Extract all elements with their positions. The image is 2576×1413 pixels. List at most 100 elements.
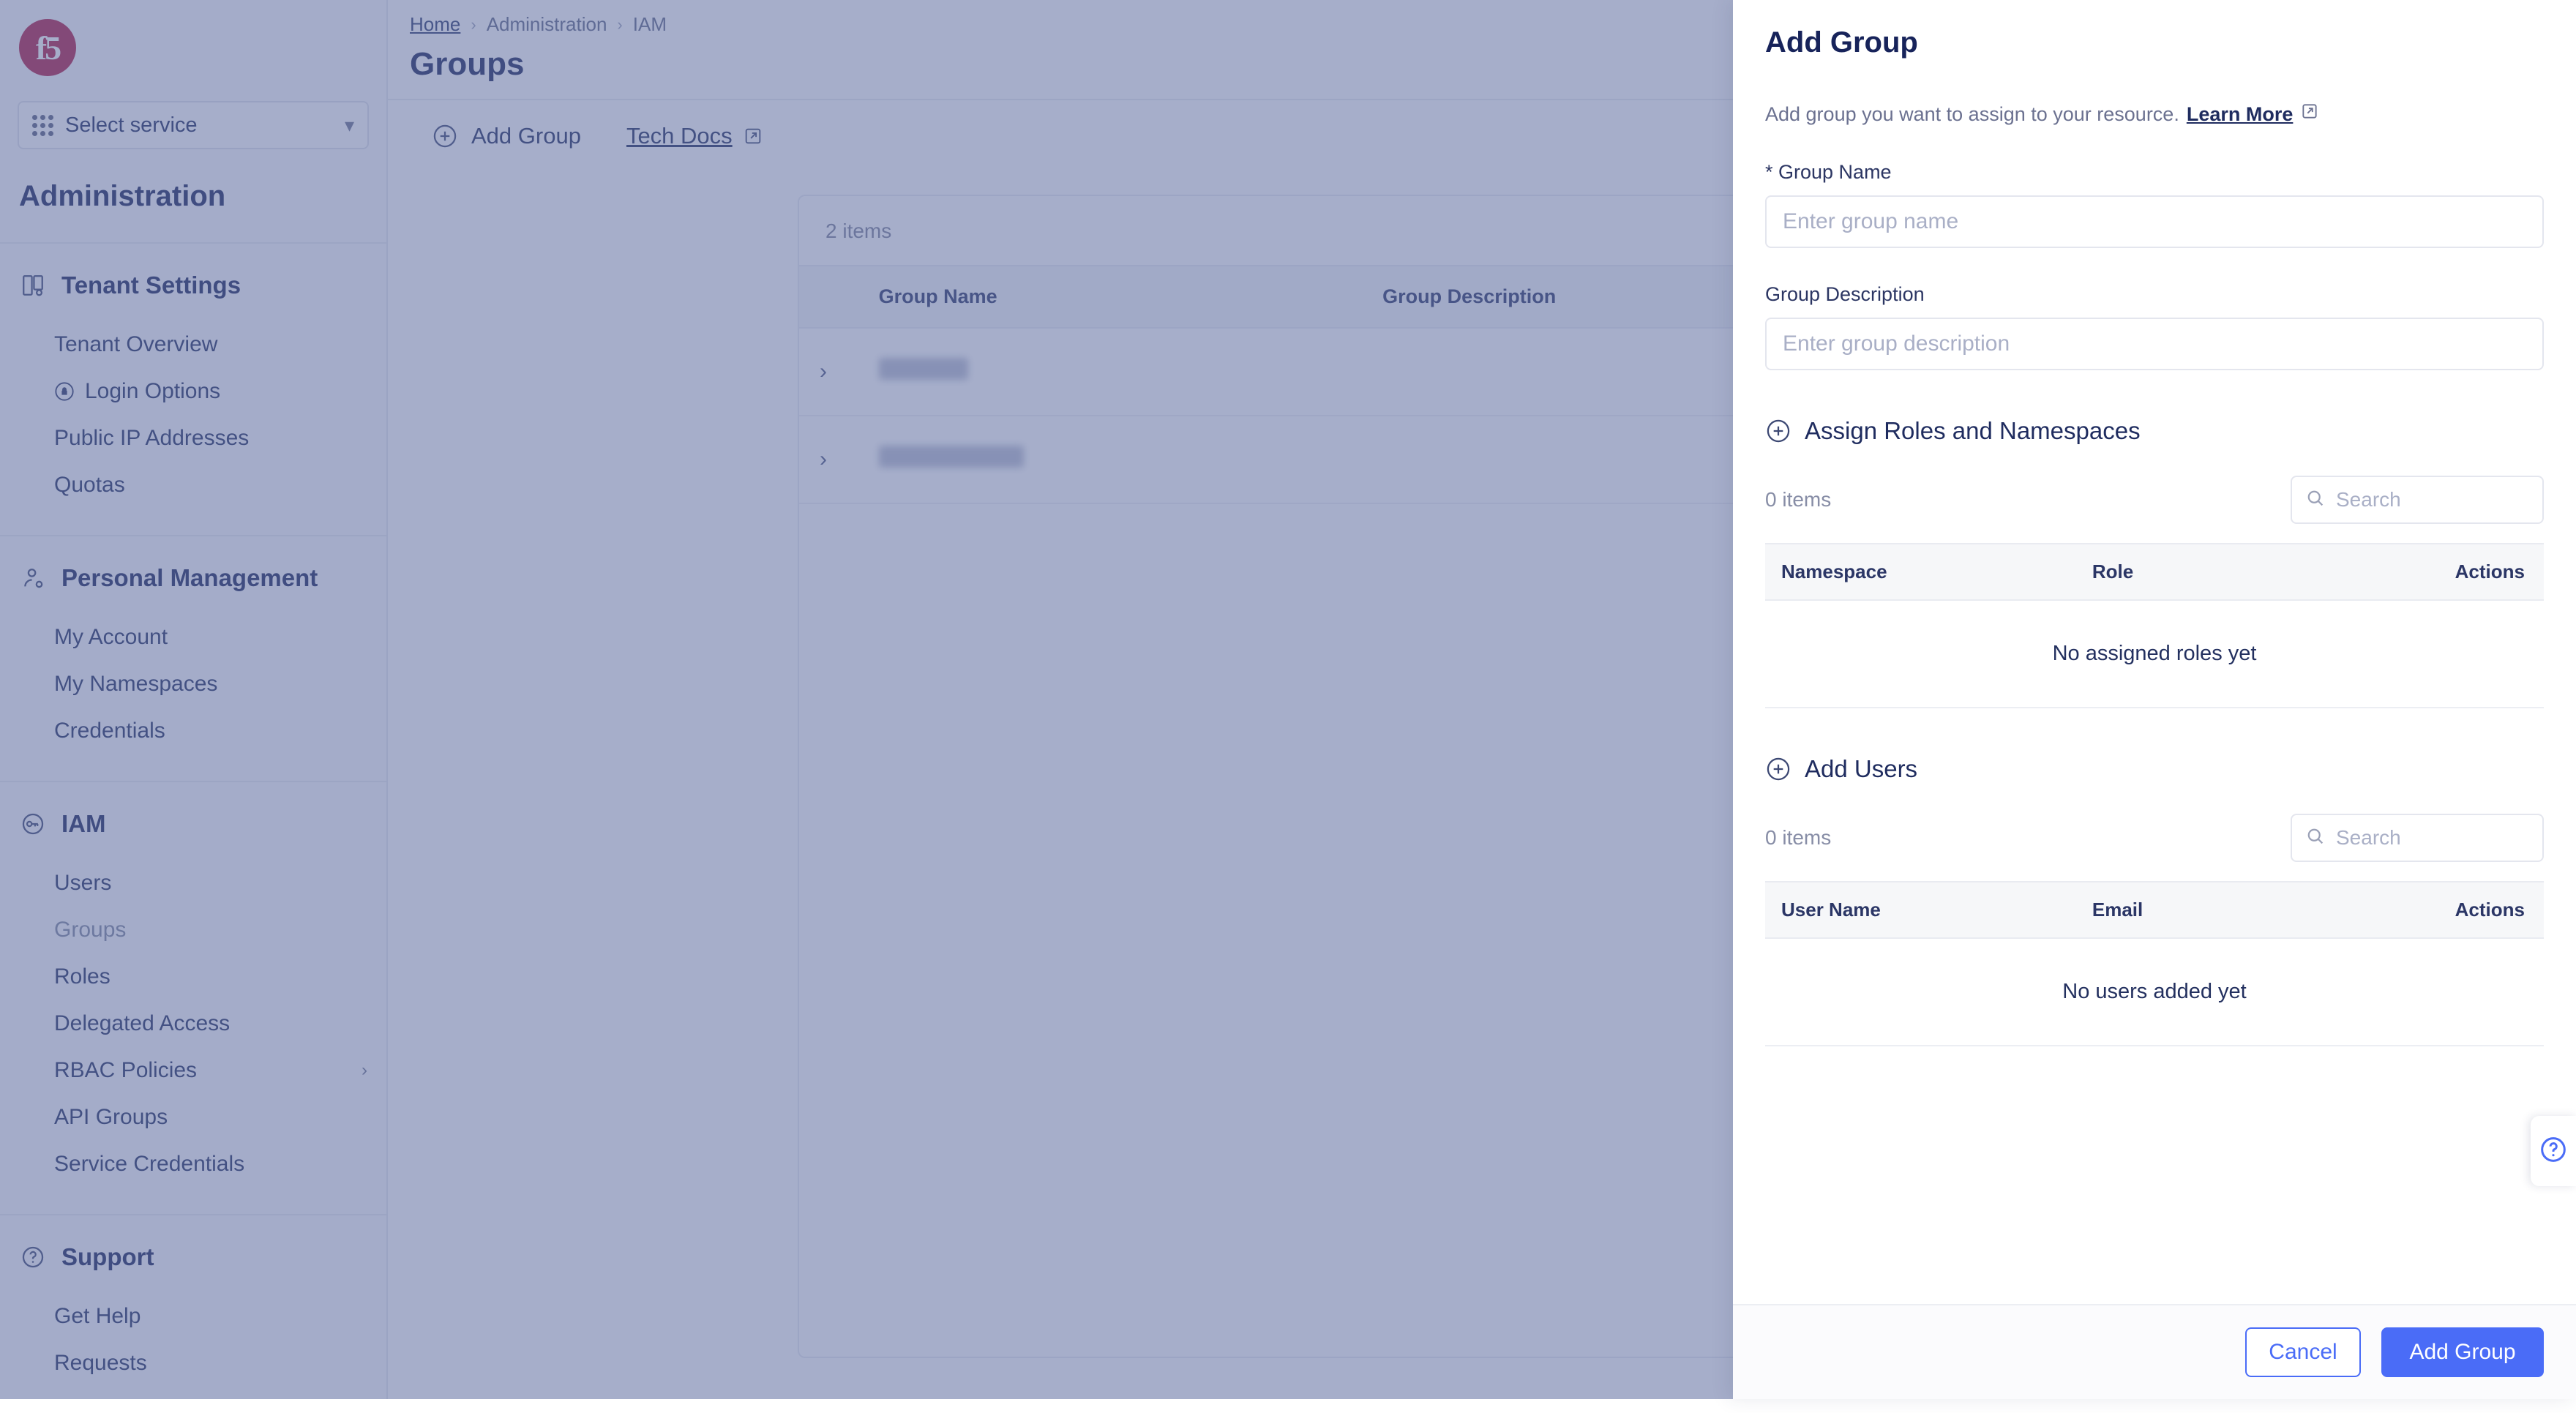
sidebar-item-roles[interactable]: Roles (0, 953, 386, 1000)
nav-section-support: Support Get Help Requests (0, 1214, 386, 1413)
redacted-group-name (879, 358, 968, 380)
sidebar-item-groups[interactable]: Groups (0, 907, 386, 953)
sidebar-item-label: My Account (54, 625, 168, 650)
sidebar-item-label: Login Options (85, 379, 220, 404)
sidebar-group-label: Support (61, 1243, 154, 1271)
tech-docs-label: Tech Docs (626, 123, 733, 149)
redacted-group-name (879, 446, 1024, 468)
assign-roles-search-input[interactable] (2336, 488, 2529, 511)
sidebar-item-rbac-policies[interactable]: RBAC Policies › (0, 1047, 386, 1094)
add-users-search-input[interactable] (2336, 826, 2529, 850)
sidebar-item-label: Requests (54, 1351, 147, 1376)
cell-group-name (879, 328, 1383, 416)
table-header-email: Email (2092, 882, 2357, 938)
sidebar-group-iam[interactable]: IAM (0, 810, 386, 838)
row-expand-toggle[interactable]: › (799, 328, 879, 416)
cancel-button[interactable]: Cancel (2245, 1327, 2361, 1377)
tech-docs-link[interactable]: Tech Docs (626, 123, 763, 149)
add-users-button[interactable]: Add Users (1765, 755, 2544, 783)
group-name-label: * Group Name (1765, 161, 2544, 184)
sidebar-item-login-options[interactable]: Login Options (0, 368, 386, 415)
assigned-roles-table-head: Namespace Role Actions (1765, 544, 2544, 600)
assign-roles-section: Assign Roles and Namespaces 0 items Name… (1765, 417, 2544, 708)
add-users-search[interactable] (2291, 814, 2544, 862)
breadcrumb-item-iam[interactable]: IAM (633, 13, 667, 36)
add-group-button[interactable]: Add Group (432, 123, 581, 149)
sidebar-item-label: Public IP Addresses (54, 426, 249, 451)
sidebar-item-requests[interactable]: Requests (0, 1340, 386, 1387)
learn-more-link[interactable]: Learn More (2187, 103, 2294, 126)
assign-roles-items-count: 0 items (1765, 488, 1831, 511)
group-description-input[interactable] (1765, 318, 2544, 370)
sidebar-item-my-account[interactable]: My Account (0, 614, 386, 661)
assign-roles-label: Assign Roles and Namespaces (1805, 417, 2141, 445)
table-header-group-name[interactable]: Group Name (879, 266, 1383, 328)
group-description-field: Group Description (1765, 283, 2544, 370)
row-expand-toggle[interactable]: › (799, 416, 879, 503)
help-circle-icon (2539, 1135, 2568, 1168)
table-header-role: Role (2092, 544, 2357, 600)
plus-circle-icon (1765, 418, 1791, 444)
nav-section-personal-management: Personal Management My Account My Namesp… (0, 535, 386, 781)
sidebar-item-label: Roles (54, 964, 111, 989)
assign-roles-search[interactable] (2291, 476, 2544, 524)
add-group-panel-body: Add Group Add group you want to assign t… (1733, 0, 2576, 1304)
add-group-button-label: Add Group (471, 123, 581, 149)
nav-items-support: Get Help Requests (0, 1271, 386, 1387)
f5-logo-icon[interactable]: f5 (19, 19, 76, 76)
breadcrumb-item-administration[interactable]: Administration (487, 13, 607, 36)
assigned-roles-table-body: No assigned roles yet (1765, 600, 2544, 708)
sidebar-group-label: IAM (61, 810, 106, 838)
submit-add-group-button[interactable]: Add Group (2381, 1327, 2544, 1377)
plus-circle-icon (1765, 756, 1791, 782)
add-users-label: Add Users (1805, 755, 1917, 783)
person-gear-icon (19, 564, 47, 592)
sidebar-item-get-help[interactable]: Get Help (0, 1293, 386, 1340)
sidebar: f5 Select service ▾ Administration Tenan… (0, 0, 388, 1399)
panel-footer: Cancel Add Group (1733, 1304, 2576, 1399)
sidebar-item-my-namespaces[interactable]: My Namespaces (0, 661, 386, 708)
sidebar-item-quotas[interactable]: Quotas (0, 462, 386, 509)
breadcrumb-item-home[interactable]: Home (410, 13, 460, 36)
sidebar-item-credentials[interactable]: Credentials (0, 708, 386, 754)
add-users-section: Add Users 0 items User Name Email Action… (1765, 755, 2544, 1046)
sidebar-item-public-ip-addresses[interactable]: Public IP Addresses (0, 415, 386, 462)
table-header-expand (799, 266, 879, 328)
service-selector[interactable]: Select service ▾ (18, 101, 369, 149)
search-icon (2305, 488, 2326, 512)
group-name-input[interactable] (1765, 195, 2544, 248)
sidebar-item-label: Get Help (54, 1304, 141, 1329)
help-circle-icon (19, 1243, 47, 1271)
panel-subtitle: Add group you want to assign to your res… (1765, 59, 2544, 126)
nav-section-tenant-settings: Tenant Settings Tenant Overview Login Op… (0, 242, 386, 535)
table-header-user-name: User Name (1765, 882, 2092, 938)
nav-section-iam: IAM Users Groups Roles Delegated Access … (0, 781, 386, 1214)
chevron-right-icon: › (362, 1060, 367, 1081)
empty-state-row: No users added yet (1765, 938, 2544, 1046)
key-icon (19, 810, 47, 838)
sidebar-item-users[interactable]: Users (0, 860, 386, 907)
help-tab-button[interactable] (2531, 1116, 2576, 1186)
sidebar-item-tenant-overview[interactable]: Tenant Overview (0, 321, 386, 368)
assign-roles-toolbar: 0 items (1765, 476, 2544, 524)
sidebar-item-delegated-access[interactable]: Delegated Access (0, 1000, 386, 1047)
added-users-table-body: No users added yet (1765, 938, 2544, 1046)
assign-roles-button[interactable]: Assign Roles and Namespaces (1765, 417, 2544, 445)
sidebar-group-personal-management[interactable]: Personal Management (0, 564, 386, 592)
table-header-actions: Actions (2357, 544, 2544, 600)
add-users-toolbar: 0 items (1765, 814, 2544, 862)
add-users-items-count: 0 items (1765, 826, 1831, 850)
add-group-panel: Add Group Add group you want to assign t… (1733, 0, 2576, 1399)
chevron-right-icon: › (617, 15, 622, 34)
sidebar-item-label: My Namespaces (54, 672, 217, 697)
sidebar-group-support[interactable]: Support (0, 1243, 386, 1271)
panel-subtitle-text: Add group you want to assign to your res… (1765, 103, 2179, 126)
sidebar-item-service-credentials[interactable]: Service Credentials (0, 1141, 386, 1188)
table-header-actions: Actions (2357, 882, 2544, 938)
sidebar-item-api-groups[interactable]: API Groups (0, 1094, 386, 1141)
sidebar-group-label: Personal Management (61, 564, 318, 592)
empty-state-row: No assigned roles yet (1765, 600, 2544, 708)
sidebar-group-tenant-settings[interactable]: Tenant Settings (0, 271, 386, 299)
plus-circle-icon (432, 123, 458, 149)
external-link-icon (743, 126, 763, 146)
